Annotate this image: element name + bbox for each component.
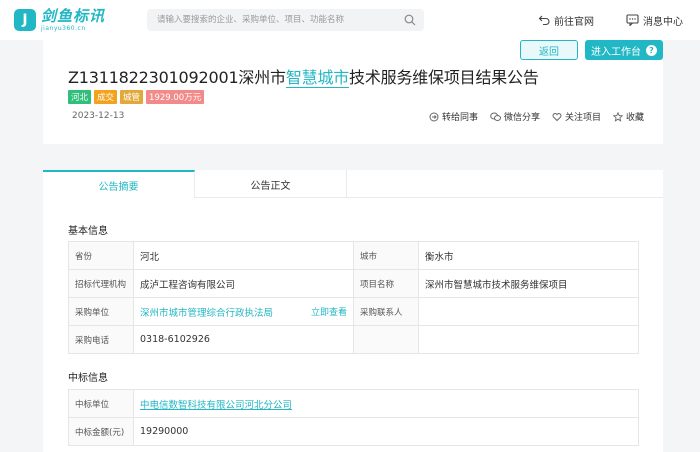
tab-bar: 公告摘要 公告正文 [43, 170, 663, 198]
value-cell: 衡水市 [418, 241, 639, 270]
follow-project-button[interactable]: 关注项目 [552, 110, 601, 123]
value-cell: 中电信数智科技有限公司河北分公司 [133, 389, 639, 418]
key-cell: 招标代理机构 [68, 269, 134, 298]
winner-company-link[interactable]: 中电信数智科技有限公司河北分公司 [140, 400, 292, 411]
return-arrow-icon [538, 15, 550, 26]
key-cell: 省份 [68, 241, 134, 270]
workbench-label: 进入工作台 [591, 46, 641, 58]
value-cell: 0318-6102926 [133, 325, 354, 354]
basic-info-title: 基本信息 [68, 226, 108, 237]
key-cell: 采购联系人 [353, 297, 419, 326]
tab-full-text[interactable]: 公告正文 [195, 170, 347, 198]
logo-icon: J [14, 9, 36, 31]
collect-label: 收藏 [626, 113, 645, 123]
message-icon [626, 14, 639, 26]
winner-info-title: 中标信息 [68, 373, 108, 384]
title-suffix: 技术服务维保项目结果公告 [349, 68, 539, 87]
forward-label: 转给同事 [442, 113, 479, 123]
value-cell: 19290000 [133, 417, 639, 446]
official-site-label: 前往官网 [554, 16, 594, 28]
value-cell [418, 325, 639, 354]
tab-summary[interactable]: 公告摘要 [43, 170, 195, 198]
winner-info-table: 中标单位 中电信数智科技有限公司河北分公司 中标金额(元) 19290000 [68, 389, 639, 446]
message-center-label: 消息中心 [643, 16, 683, 28]
search-input[interactable] [147, 9, 387, 31]
title-highlight: 智慧城市 [285, 68, 350, 88]
enter-workbench-button[interactable]: 进入工作台 ? [585, 40, 663, 60]
back-button[interactable]: 返回 [520, 40, 578, 60]
value-cell: 深州市城市管理综合行政执法局 立即查看 [133, 297, 354, 326]
forward-icon [429, 112, 439, 121]
key-cell: 中标单位 [68, 389, 134, 418]
table-row: 采购电话 0318-6102926 [68, 325, 639, 354]
key-cell: 采购单位 [68, 297, 134, 326]
go-official-site-link[interactable]: 前往官网 [538, 12, 594, 28]
table-row: 采购单位 深州市城市管理综合行政执法局 立即查看 采购联系人 [68, 297, 639, 326]
publish-date: 2023-12-13 [72, 111, 125, 121]
search-box [147, 9, 424, 31]
key-cell: 中标金额(元) [68, 417, 134, 446]
tag-list: 河北 成交 城管 1929.00万元 [68, 90, 205, 104]
star-icon [613, 111, 624, 122]
wechat-share-button[interactable]: 微信分享 [490, 110, 540, 123]
tag-status: 成交 [94, 90, 118, 104]
follow-project-label: 关注项目 [565, 113, 602, 123]
key-cell [353, 325, 419, 354]
key-cell: 采购电话 [68, 325, 134, 354]
table-row: 中标金额(元) 19290000 [68, 417, 639, 446]
value-cell: 河北 [133, 241, 354, 270]
value-cell: 成泸工程咨询有限公司 [133, 269, 354, 298]
forward-button[interactable]: 转给同事 [429, 110, 478, 123]
purchaser-link[interactable]: 深州市城市管理综合行政执法局 [140, 308, 273, 319]
view-now-link[interactable]: 立即查看 [311, 305, 347, 318]
collect-button[interactable]: 收藏 [613, 110, 644, 123]
key-cell: 城市 [353, 241, 419, 270]
heart-icon [552, 112, 562, 121]
basic-info-table: 省份 河北 城市 衡水市 招标代理机构 成泸工程咨询有限公司 项目名称 深州市智… [68, 241, 639, 354]
help-icon[interactable]: ? [646, 44, 657, 56]
page-title: Z1311822301092001深州市智慧城市技术服务维保项目结果公告 [68, 64, 539, 88]
logo-domain: jianyu360.cn [41, 24, 86, 32]
table-row: 中标单位 中电信数智科技有限公司河北分公司 [68, 389, 639, 418]
value-cell: 深州市智慧城市技术服务维保项目 [418, 269, 639, 298]
tag-province: 河北 [68, 90, 92, 104]
table-row: 省份 河北 城市 衡水市 [68, 241, 639, 270]
top-header: J 剑鱼标讯 jianyu360.cn 前往官网 消息中心 [0, 0, 700, 40]
logo-text: 剑鱼标讯 [41, 6, 106, 25]
tag-amount: 1929.00万元 [146, 90, 205, 104]
tag-industry: 城管 [120, 90, 144, 104]
search-icon[interactable] [404, 14, 416, 26]
logo[interactable]: J 剑鱼标讯 jianyu360.cn [14, 7, 105, 33]
wechat-share-label: 微信分享 [504, 113, 541, 123]
wechat-icon [490, 112, 502, 121]
action-bar: 转给同事 微信分享 关注项目 收藏 [429, 110, 644, 123]
key-cell: 项目名称 [353, 269, 419, 298]
table-row: 招标代理机构 成泸工程咨询有限公司 项目名称 深州市智慧城市技术服务维保项目 [68, 269, 639, 298]
message-center-link[interactable]: 消息中心 [626, 12, 683, 28]
title-prefix: Z1311822301092001深州市 [68, 68, 286, 87]
value-cell [418, 297, 639, 326]
